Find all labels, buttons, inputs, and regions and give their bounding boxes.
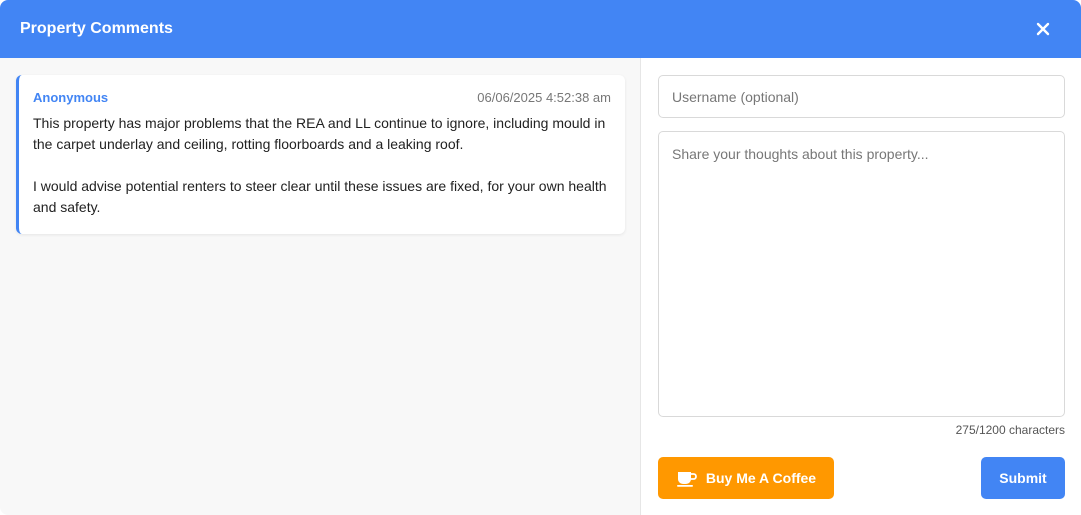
comment-header: Anonymous 06/06/2025 4:52:38 am xyxy=(33,90,611,105)
coffee-cup-icon xyxy=(676,472,697,487)
coffee-button-label: Buy Me A Coffee xyxy=(705,470,817,486)
username-input[interactable] xyxy=(658,75,1065,118)
comment-author: Anonymous xyxy=(33,90,109,105)
comment-text: This property has major problems that th… xyxy=(33,115,607,215)
submit-button[interactable]: Submit xyxy=(981,457,1065,499)
comment-textarea[interactable] xyxy=(658,131,1065,417)
modal-title: Property Comments xyxy=(20,20,173,37)
property-comments-modal: Property Comments Anonymous 06/06/2025 4… xyxy=(0,0,1081,515)
character-count: 275/1200 characters xyxy=(955,423,1065,437)
comment-date: 06/06/2025 4:52:38 am xyxy=(477,90,611,105)
comments-list: Anonymous 06/06/2025 4:52:38 am This pro… xyxy=(0,58,641,515)
form-actions: Buy Me A Coffee Submit xyxy=(658,457,1065,499)
comment-card: Anonymous 06/06/2025 4:52:38 am This pro… xyxy=(16,75,625,234)
close-button[interactable] xyxy=(1031,17,1055,41)
modal-header: Property Comments xyxy=(0,0,1081,58)
buy-me-a-coffee-button[interactable]: Buy Me A Coffee xyxy=(658,457,834,499)
comment-form: 275/1200 characters Buy Me A Coffee Subm… xyxy=(641,58,1081,515)
modal-body: Anonymous 06/06/2025 4:52:38 am This pro… xyxy=(0,58,1081,515)
close-icon xyxy=(1036,22,1050,36)
